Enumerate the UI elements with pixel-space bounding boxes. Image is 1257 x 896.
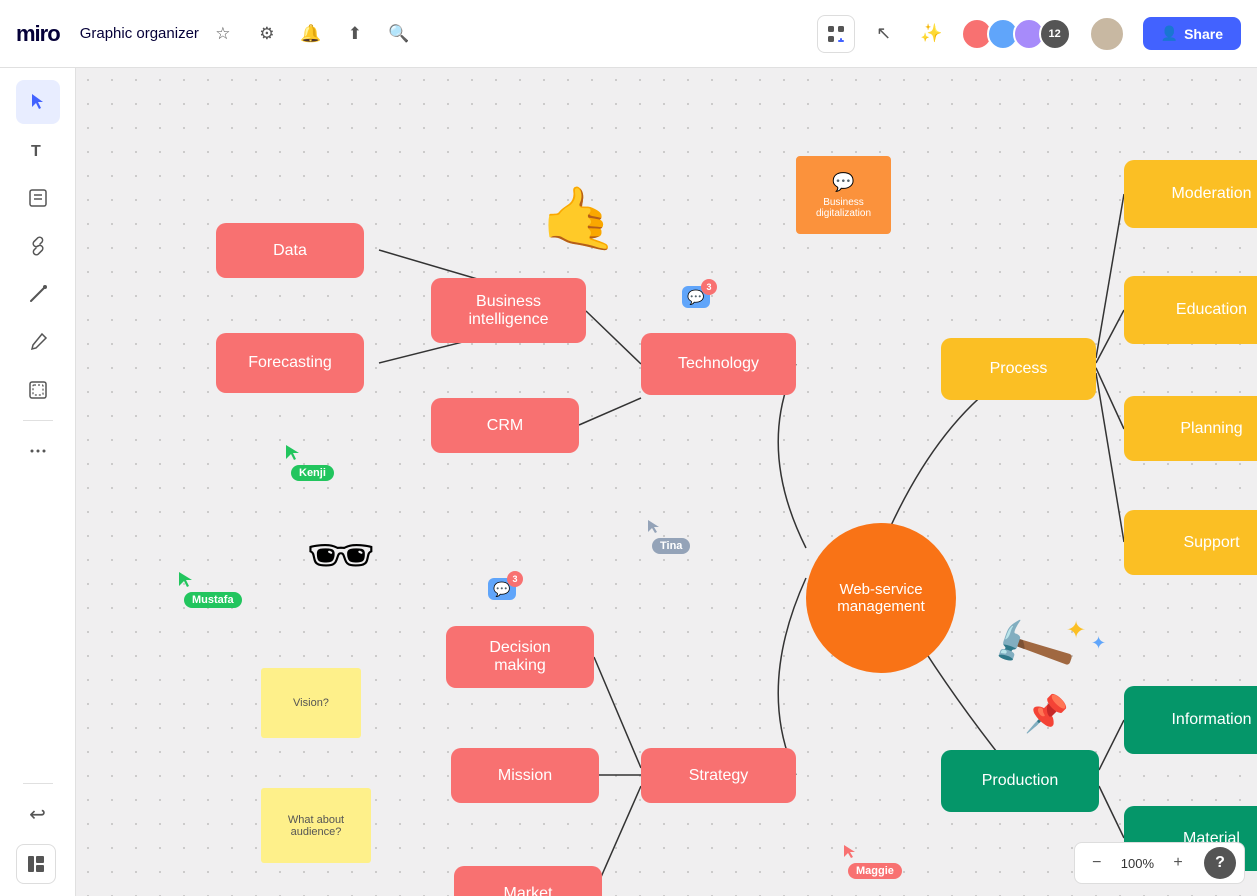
cursor-kenji: Kenji — [291, 463, 334, 481]
node-business-intelligence[interactable]: Business intelligence — [431, 278, 586, 343]
node-decision-making[interactable]: Decision making — [446, 626, 594, 688]
search-icon[interactable]: 🔍 — [383, 18, 415, 50]
cursor-mustafa: Mustafa — [184, 590, 242, 608]
apps-button[interactable] — [817, 15, 855, 53]
zoom-percentage[interactable]: 100% — [1115, 856, 1160, 871]
sticky-audience[interactable]: What about audience? — [261, 788, 371, 863]
canvas[interactable]: Data Forecasting Business intelligence C… — [76, 68, 1257, 896]
zoom-in-button[interactable]: + — [1164, 849, 1192, 877]
text-tool[interactable]: T — [16, 128, 60, 172]
bell-icon[interactable]: 🔔 — [295, 18, 327, 50]
hammer-sticker: 🔨 — [984, 603, 1081, 698]
upload-icon[interactable]: ⬆ — [339, 18, 371, 50]
miro-logo: miro — [16, 21, 60, 47]
toolbar-divider-2 — [23, 783, 53, 784]
node-moderation[interactable]: Moderation — [1124, 160, 1257, 228]
comment-badge-2[interactable]: 💬 3 — [488, 578, 516, 600]
frame-tool[interactable] — [16, 368, 60, 412]
star-icon[interactable]: ☆ — [207, 18, 239, 50]
node-support[interactable]: Support — [1124, 510, 1257, 575]
title-area: Graphic organizer ☆ — [80, 18, 239, 50]
svg-text:T: T — [31, 143, 41, 160]
magic-select-icon[interactable]: ✨ — [913, 15, 951, 53]
node-center[interactable]: Web-service management — [806, 523, 956, 673]
header: miro Graphic organizer ☆ ⚙ 🔔 ⬆ 🔍 ↖ ✨ 12 … — [0, 0, 1257, 68]
zoom-out-button[interactable]: − — [1083, 849, 1111, 877]
pen-tool[interactable] — [16, 320, 60, 364]
self-avatar[interactable] — [1089, 16, 1125, 52]
sparkle-sticker-2: ✦ — [1091, 633, 1106, 654]
zoom-controls: − 100% + ? — [1074, 842, 1245, 884]
wave-hand-sticker: 🤙 — [541, 183, 618, 256]
sticky-vision[interactable]: Vision? — [261, 668, 361, 738]
node-data[interactable]: Data — [216, 223, 364, 278]
select-tool[interactable] — [16, 80, 60, 124]
panel-toggle-button[interactable] — [16, 844, 56, 884]
header-right: ↖ ✨ 12 👤Share — [817, 15, 1241, 53]
node-planning[interactable]: Planning — [1124, 396, 1257, 461]
left-toolbar: T ↩ ↪ — [0, 68, 76, 896]
board-title[interactable]: Graphic organizer — [80, 25, 199, 42]
link-tool[interactable] — [16, 224, 60, 268]
share-button[interactable]: 👤Share — [1143, 17, 1241, 50]
sticky-biz-digital[interactable]: 💬 Business digitalization — [796, 156, 891, 234]
node-process[interactable]: Process — [941, 338, 1096, 400]
node-strategy[interactable]: Strategy — [641, 748, 796, 803]
glasses-sticker: 🕶 — [306, 523, 376, 588]
settings-icon[interactable]: ⚙ — [251, 18, 283, 50]
cursor-mode-icon[interactable]: ↖ — [865, 15, 903, 53]
sticky-tool[interactable] — [16, 176, 60, 220]
bottom-left-panel — [16, 844, 56, 884]
avatar-count[interactable]: 12 — [1039, 18, 1071, 50]
cursor-maggie: Maggie — [848, 861, 902, 879]
help-button[interactable]: ? — [1204, 847, 1236, 879]
node-information[interactable]: Information — [1124, 686, 1257, 754]
undo-button[interactable]: ↩ — [16, 792, 60, 836]
sparkle-sticker: ✦ — [1066, 616, 1086, 645]
node-technology[interactable]: Technology — [641, 333, 796, 395]
more-tools[interactable] — [16, 429, 60, 473]
node-forecasting[interactable]: Forecasting — [216, 333, 364, 393]
comment-badge-1[interactable]: 💬 3 — [682, 286, 710, 308]
node-education[interactable]: Education — [1124, 276, 1257, 344]
node-market[interactable]: Market — [454, 866, 602, 896]
node-mission[interactable]: Mission — [451, 748, 599, 803]
pin-sticker: 📌 — [1024, 693, 1069, 735]
cursor-tina: Tina — [652, 536, 690, 554]
node-production[interactable]: Production — [941, 750, 1099, 812]
collaborators-avatars: 12 — [961, 18, 1071, 50]
node-crm[interactable]: CRM — [431, 398, 579, 453]
toolbar-divider — [23, 420, 53, 421]
line-tool[interactable] — [16, 272, 60, 316]
